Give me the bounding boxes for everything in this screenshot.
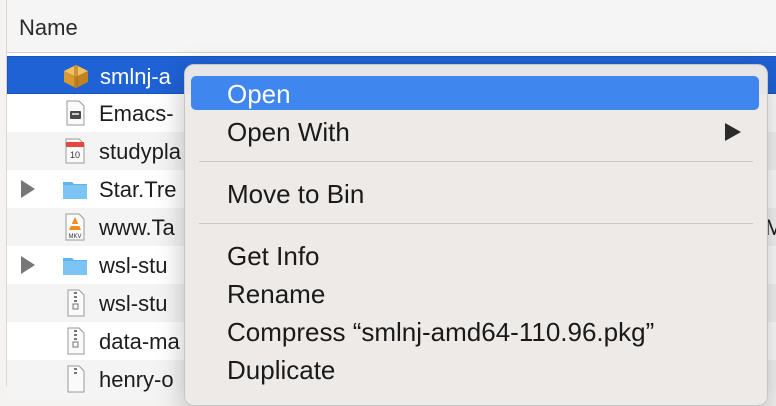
package-icon	[64, 65, 88, 88]
menu-item-label: Compress “smlnj-amd64-110.96.pkg”	[227, 317, 655, 347]
menu-item-get-info[interactable]: Get Info	[191, 238, 759, 272]
menu-item-label: Get Info	[227, 241, 320, 271]
context-menu: Open Open With Move to Bin Get Info Rena…	[184, 64, 768, 406]
menu-item-duplicate[interactable]: Duplicate	[191, 352, 759, 386]
zip-archive-icon	[67, 365, 85, 393]
disclosure-triangle-icon[interactable]	[21, 180, 35, 198]
menu-item-label: Move to Bin	[227, 179, 365, 209]
mkv-video-icon: MKV	[65, 213, 85, 241]
file-name: Star.Tre	[99, 177, 177, 202]
submenu-arrow-icon	[725, 123, 741, 141]
column-header-name[interactable]: Name	[19, 15, 78, 41]
file-name: smlnj-a	[100, 64, 171, 89]
file-name: Emacs-	[99, 101, 174, 126]
zip-archive-icon	[67, 327, 85, 355]
menu-item-label: Duplicate	[227, 355, 336, 385]
menu-separator	[199, 223, 753, 224]
menu-item-label: Open	[227, 79, 291, 109]
disk-image-icon	[66, 100, 85, 126]
column-header-bar: Name	[7, 0, 776, 53]
folder-icon	[63, 182, 87, 199]
menu-item-open[interactable]: Open	[191, 76, 759, 110]
menu-item-label: Rename	[227, 279, 326, 309]
menu-separator	[199, 161, 753, 162]
mkv-badge: MKV	[68, 234, 81, 240]
folder-icon	[63, 258, 87, 275]
menu-item-open-with[interactable]: Open With	[191, 114, 759, 148]
file-name: studypla	[99, 139, 181, 164]
calendar-day-number: 10	[70, 150, 80, 160]
file-name: henry-o	[99, 367, 174, 392]
file-name: www.Ta	[99, 215, 175, 240]
file-name: data-ma	[99, 329, 180, 354]
zip-archive-icon	[67, 289, 85, 317]
menu-item-label: Open With	[227, 117, 350, 147]
file-name: wsl-stu	[99, 291, 168, 316]
disclosure-triangle-icon[interactable]	[21, 256, 35, 274]
calendar-icon: 10	[65, 138, 85, 164]
file-name: wsl-stu	[99, 253, 168, 278]
menu-item-compress[interactable]: Compress “smlnj-amd64-110.96.pkg”	[191, 314, 759, 348]
menu-item-move-to-bin[interactable]: Move to Bin	[191, 176, 759, 210]
menu-item-rename[interactable]: Rename	[191, 276, 759, 310]
